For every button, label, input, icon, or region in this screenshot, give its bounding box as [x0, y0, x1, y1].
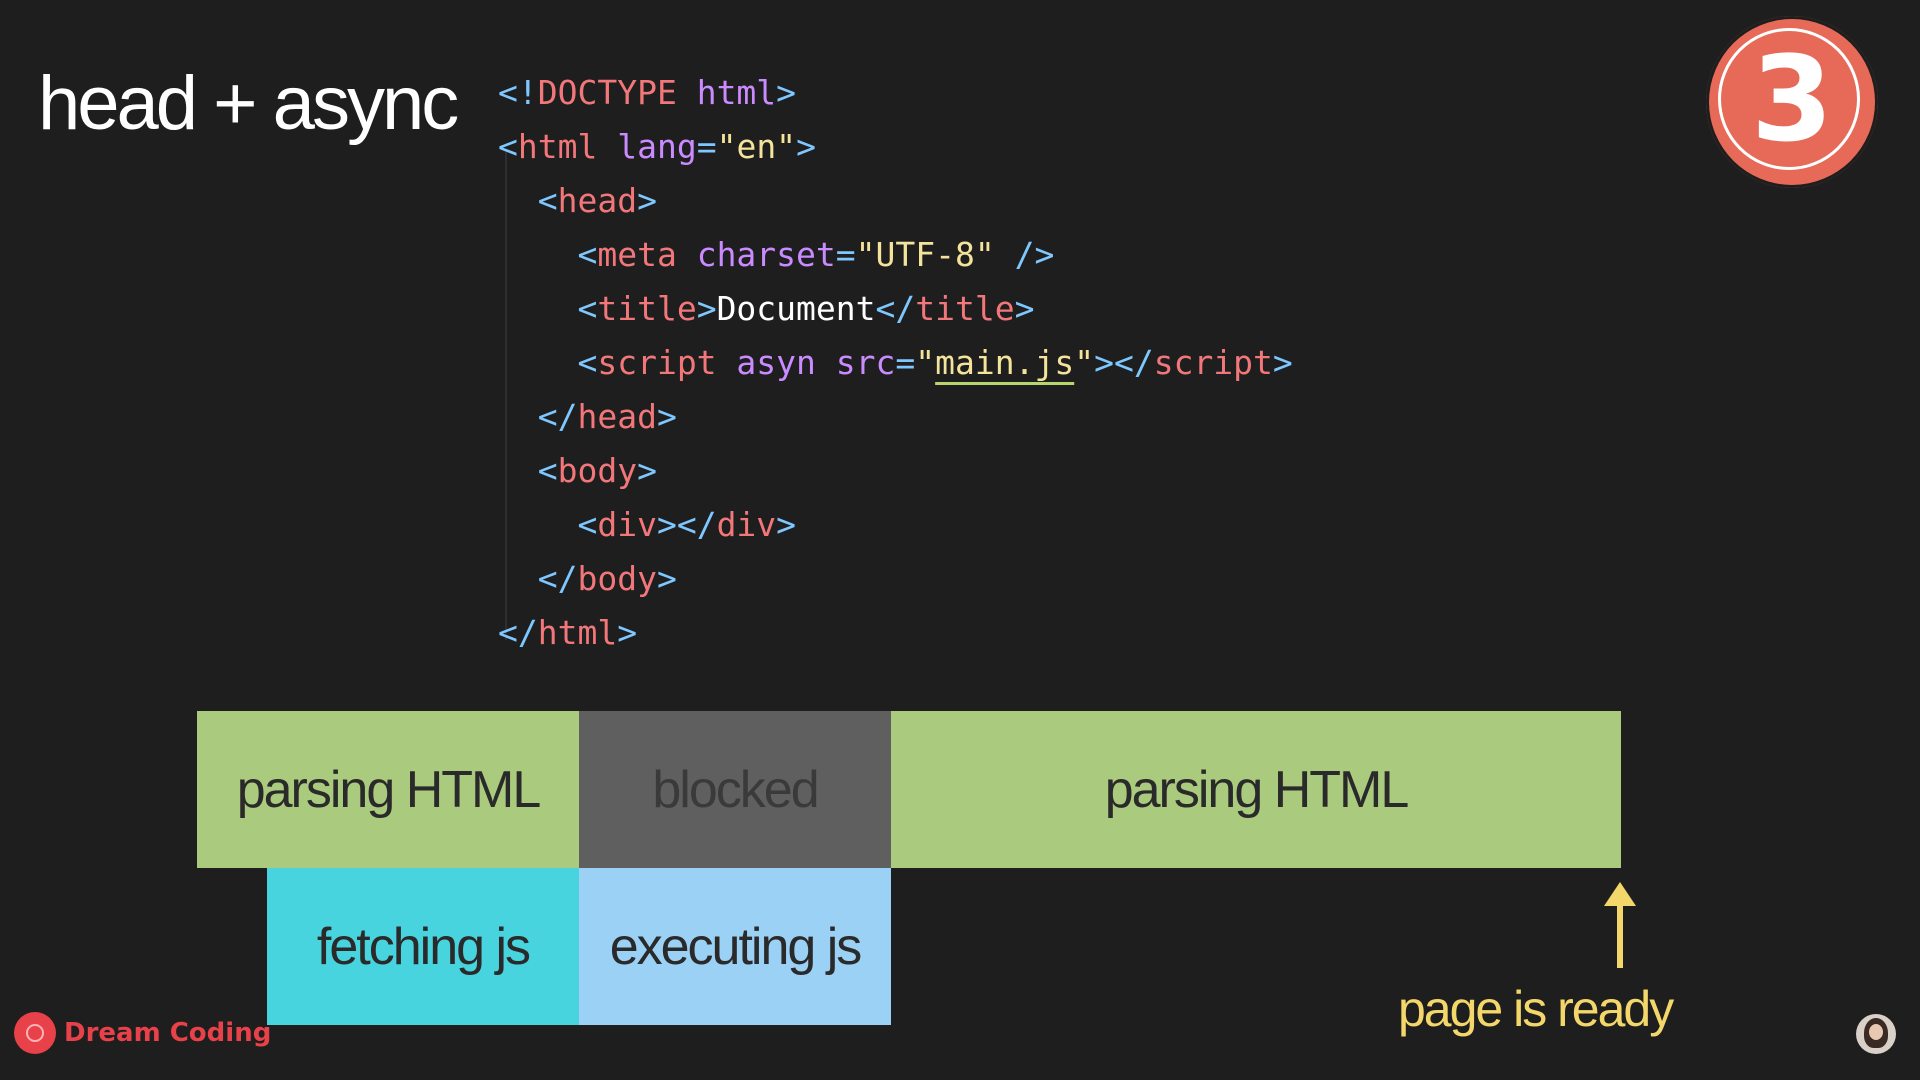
code-token: html: [537, 613, 618, 652]
code-token: src: [815, 343, 896, 382]
fetching-js-block: fetching js: [267, 868, 579, 1025]
code-line: </html >: [498, 606, 1518, 660]
brand: Dream Coding: [14, 1012, 271, 1054]
parsing-html-block-1: parsing HTML: [197, 711, 579, 868]
code-token: body: [557, 451, 638, 490]
brand-name: Dream Coding: [64, 1018, 272, 1048]
code-token: >: [776, 505, 797, 544]
code-token: meta: [597, 235, 677, 274]
code-token: </: [498, 559, 578, 598]
code-token: <: [498, 181, 558, 220]
code-line: </body >: [498, 552, 1518, 606]
slide-title: head + async: [38, 61, 459, 146]
code-line: <! DOCTYPE html >: [498, 66, 1518, 120]
code-token: =: [835, 235, 856, 274]
code-token: >: [637, 451, 657, 490]
step-badge-ring: [1718, 28, 1860, 170]
code-token: div: [716, 505, 777, 544]
presenter-avatar: [1856, 1014, 1896, 1054]
code-token: ></: [656, 505, 717, 544]
code-token: html: [676, 73, 777, 112]
parsing-html-block-2: parsing HTML: [891, 711, 1621, 868]
code-token: <: [498, 235, 598, 274]
code-token: title: [915, 289, 1015, 328]
code-token: =: [696, 127, 717, 166]
code-token: head: [557, 181, 638, 220]
code-token: >: [1272, 343, 1293, 382]
code-token: >: [796, 127, 816, 166]
code-token: lang: [597, 127, 697, 166]
code-line: < body >: [498, 444, 1518, 498]
code-token: script: [1153, 343, 1273, 382]
code-token: >: [656, 397, 677, 436]
code-token: ": [1074, 343, 1095, 382]
code-token: >: [696, 289, 717, 328]
code-token: >: [656, 559, 677, 598]
code-token: ></: [1094, 343, 1154, 382]
code-token: >: [617, 613, 638, 652]
code-token: charset: [676, 235, 836, 274]
code-token: </: [875, 289, 916, 328]
code-token: ": [915, 343, 936, 382]
code-token: >: [1014, 289, 1035, 328]
code-line: < div ></div >: [498, 498, 1518, 552]
blocked-block: blocked: [579, 711, 891, 868]
code-token: />: [994, 235, 1055, 274]
code-token: body: [577, 559, 657, 598]
code-token: div: [597, 505, 657, 544]
code-token: <: [498, 505, 598, 544]
code-token: </: [498, 397, 578, 436]
code-line: < script asyn src = " main.js " ></script >: [498, 336, 1518, 390]
code-token: >: [637, 181, 657, 220]
code-token: =: [895, 343, 916, 382]
code-token: "UTF-8": [855, 235, 995, 274]
code-token: "en": [716, 127, 797, 166]
arrow-up-icon: [1604, 882, 1636, 968]
code-token: <: [498, 127, 518, 166]
code-line: </head >: [498, 390, 1518, 444]
code-token: title: [597, 289, 697, 328]
code-block: <! DOCTYPE html > < html lang = "en" > < head > <…: [498, 66, 1518, 660]
code-token: <!: [498, 73, 538, 112]
code-line: < meta charset = "UTF-8" />: [498, 228, 1518, 282]
page-ready-label: page is ready: [1398, 981, 1674, 1037]
code-token: </: [498, 613, 538, 652]
code-token: asyn: [716, 343, 816, 382]
code-token: <: [498, 289, 598, 328]
code-token: <: [498, 451, 558, 490]
code-token: script: [597, 343, 717, 382]
code-token: html: [517, 127, 598, 166]
code-token: >: [776, 73, 797, 112]
code-line: < html lang = "en" >: [498, 120, 1518, 174]
executing-js-block: executing js: [579, 868, 891, 1025]
code-token: main.js: [935, 343, 1075, 382]
code-line: < head >: [498, 174, 1518, 228]
code-token: DOCTYPE: [537, 73, 677, 112]
code-line: < title > Document </title >: [498, 282, 1518, 336]
code-token: head: [577, 397, 657, 436]
code-token: <: [498, 343, 598, 382]
brand-logo-icon: [14, 1012, 56, 1054]
code-token: Document: [716, 289, 876, 328]
